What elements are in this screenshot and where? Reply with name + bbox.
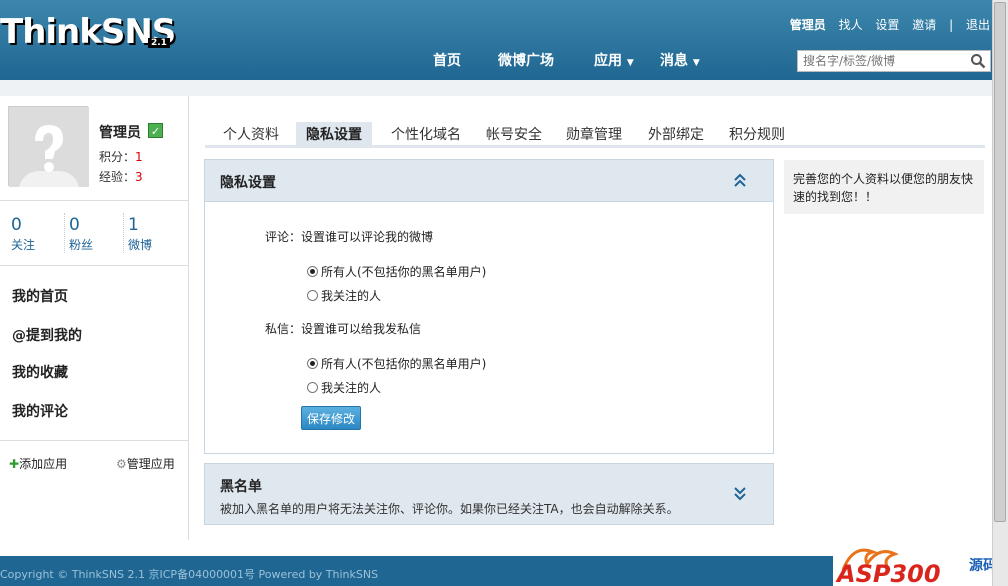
comment-question: 评论：设置谁可以评论我的微博 (265, 230, 434, 244)
sidebar-item-home[interactable]: 我的首页 (12, 286, 68, 306)
radio-unchecked-icon (307, 382, 318, 393)
sidebar-item-comments[interactable]: 我的评论 (12, 401, 68, 421)
search-icon[interactable] (970, 53, 986, 69)
save-button[interactable]: 保存修改 (301, 406, 361, 430)
chevron-up-icon[interactable] (733, 172, 747, 188)
chevron-down-icon[interactable] (733, 486, 747, 502)
asp300-watermark-logo: ASP300 源码 (833, 540, 1008, 586)
radio-unchecked-icon (307, 290, 318, 301)
privacy-panel-header[interactable]: 隐私设置 (205, 160, 773, 202)
user-links: 管理员 找人 设置 邀请 | 退出 (781, 16, 990, 33)
tab-profile[interactable]: 个人资料 (213, 122, 289, 146)
profile-tip: 完善您的个人资料以便您的朋友快速的找到您！！ (784, 160, 984, 214)
verified-icon: ✓ (148, 123, 163, 138)
message-option-all[interactable]: 所有人(不包括你的黑名单用户) (307, 355, 486, 372)
user-link-invite[interactable]: 邀请 (912, 18, 936, 32)
logo-version: 2.1 (148, 38, 170, 48)
privacy-panel-title: 隐私设置 (220, 175, 276, 191)
tab-medals[interactable]: 勋章管理 (556, 122, 632, 146)
profile-name[interactable]: 管理员 (99, 122, 141, 142)
radio-label: 我关注的人 (321, 289, 382, 303)
score-label: 积分： (99, 150, 136, 164)
nav-messages[interactable]: 消息 ▼ (660, 50, 700, 70)
header-subbar (0, 80, 992, 96)
scrollbar-thumb[interactable] (994, 2, 1006, 522)
message-question: 私信：设置谁可以给我发私信 (265, 322, 422, 336)
tab-external-bind[interactable]: 外部绑定 (638, 122, 714, 146)
nav-messages-label: 消息 (660, 53, 688, 69)
blacklist-panel: 黑名单 被加入黑名单的用户将无法关注你、评论你。如果你已经关注TA，也会自动解除… (204, 463, 774, 525)
count-number: 0 (11, 215, 22, 235)
count-followers[interactable]: 0 粉丝 (69, 215, 93, 253)
manage-app-link[interactable]: ⚙管理应用 (116, 455, 175, 472)
radio-label: 所有人(不包括你的黑名单用户) (321, 357, 487, 371)
plus-icon: ✚ (9, 457, 20, 471)
profile-counts: 0 关注 0 粉丝 1 微博 (0, 200, 189, 266)
radio-checked-icon (307, 358, 318, 369)
search-input[interactable] (798, 51, 968, 71)
blacklist-panel-header[interactable]: 黑名单 被加入黑名单的用户将无法关注你、评论你。如果你已经关注TA，也会自动解除… (205, 464, 773, 524)
tab-privacy[interactable]: 隐私设置 (296, 122, 372, 146)
blacklist-description: 被加入黑名单的用户将无法关注你、评论你。如果你已经关注TA，也会自动解除关系。 (220, 502, 679, 516)
user-link-admin[interactable]: 管理员 (790, 18, 826, 32)
count-weibo[interactable]: 1 微博 (128, 215, 152, 253)
message-option-follow[interactable]: 我关注的人 (307, 379, 381, 396)
manage-app-label: 管理应用 (126, 457, 175, 471)
default-avatar-icon (9, 107, 89, 187)
settings-tabs: 个人资料 隐私设置 个性化域名 帐号安全 勋章管理 外部绑定 积分规则 (205, 118, 985, 148)
add-app-label: 添加应用 (19, 457, 68, 471)
gear-icon: ⚙ (116, 457, 127, 471)
divider (123, 213, 124, 253)
comment-option-all[interactable]: 所有人(不包括你的黑名单用户) (307, 263, 486, 280)
footer-copyright: Copyright © ThinkSNS 2.1 京ICP备04000001号 … (0, 568, 379, 581)
add-app-link[interactable]: ✚添加应用 (9, 455, 67, 472)
nav-apps-label: 应用 (594, 53, 622, 69)
svg-text:ASP300: ASP300 (835, 560, 941, 586)
nav-home[interactable]: 首页 (433, 50, 461, 70)
count-label: 关注 (11, 238, 36, 252)
tab-account-security[interactable]: 帐号安全 (476, 122, 552, 146)
score-line: 积分：1 (99, 148, 143, 165)
exp-line: 经验：3 (99, 168, 143, 185)
exp-value: 3 (135, 170, 143, 184)
divider (64, 213, 65, 253)
user-link-settings[interactable]: 设置 (875, 18, 899, 32)
privacy-panel: 隐私设置 评论：设置谁可以评论我的微博 所有人(不包括你的黑名单用户) 我关注的… (204, 159, 774, 454)
blacklist-title: 黑名单 (220, 479, 262, 495)
radio-label: 我关注的人 (321, 381, 382, 395)
tab-domain[interactable]: 个性化域名 (381, 122, 471, 146)
user-link-find[interactable]: 找人 (839, 18, 863, 32)
score-value: 1 (135, 150, 143, 164)
caret-down-icon: ▼ (692, 58, 700, 68)
app-bar: ✚添加应用 ⚙管理应用 (0, 440, 189, 471)
count-number: 0 (69, 215, 80, 235)
nav-apps[interactable]: 应用 ▼ (594, 50, 634, 70)
exp-label: 经验： (99, 170, 136, 184)
tab-score-rules[interactable]: 积分规则 (719, 122, 795, 146)
header: ThinkSNS 2.1 管理员 找人 设置 邀请 | 退出 首页 微博广场 应… (0, 0, 992, 80)
nav-square[interactable]: 微博广场 (498, 50, 554, 70)
radio-label: 所有人(不包括你的黑名单用户) (321, 265, 487, 279)
count-following[interactable]: 0 关注 (11, 215, 35, 253)
comment-option-follow[interactable]: 我关注的人 (307, 287, 381, 304)
count-number: 1 (128, 215, 139, 235)
avatar[interactable] (8, 106, 89, 187)
caret-down-icon: ▼ (626, 58, 634, 68)
sidebar-item-mentions[interactable]: @提到我的 (12, 325, 82, 345)
count-label: 微博 (128, 238, 153, 252)
flame-icon: ASP300 源码 (835, 548, 997, 586)
radio-checked-icon (307, 266, 318, 277)
user-link-divider: | (949, 18, 954, 32)
user-link-logout[interactable]: 退出 (966, 18, 990, 32)
count-label: 粉丝 (69, 238, 94, 252)
search-box (797, 50, 991, 72)
sidebar: 管理员 ✓ 积分：1 经验：3 0 关注 0 粉丝 1 微博 我的首页 @提到我的 我… (0, 96, 189, 540)
sidebar-item-favorites[interactable]: 我的收藏 (12, 362, 68, 382)
